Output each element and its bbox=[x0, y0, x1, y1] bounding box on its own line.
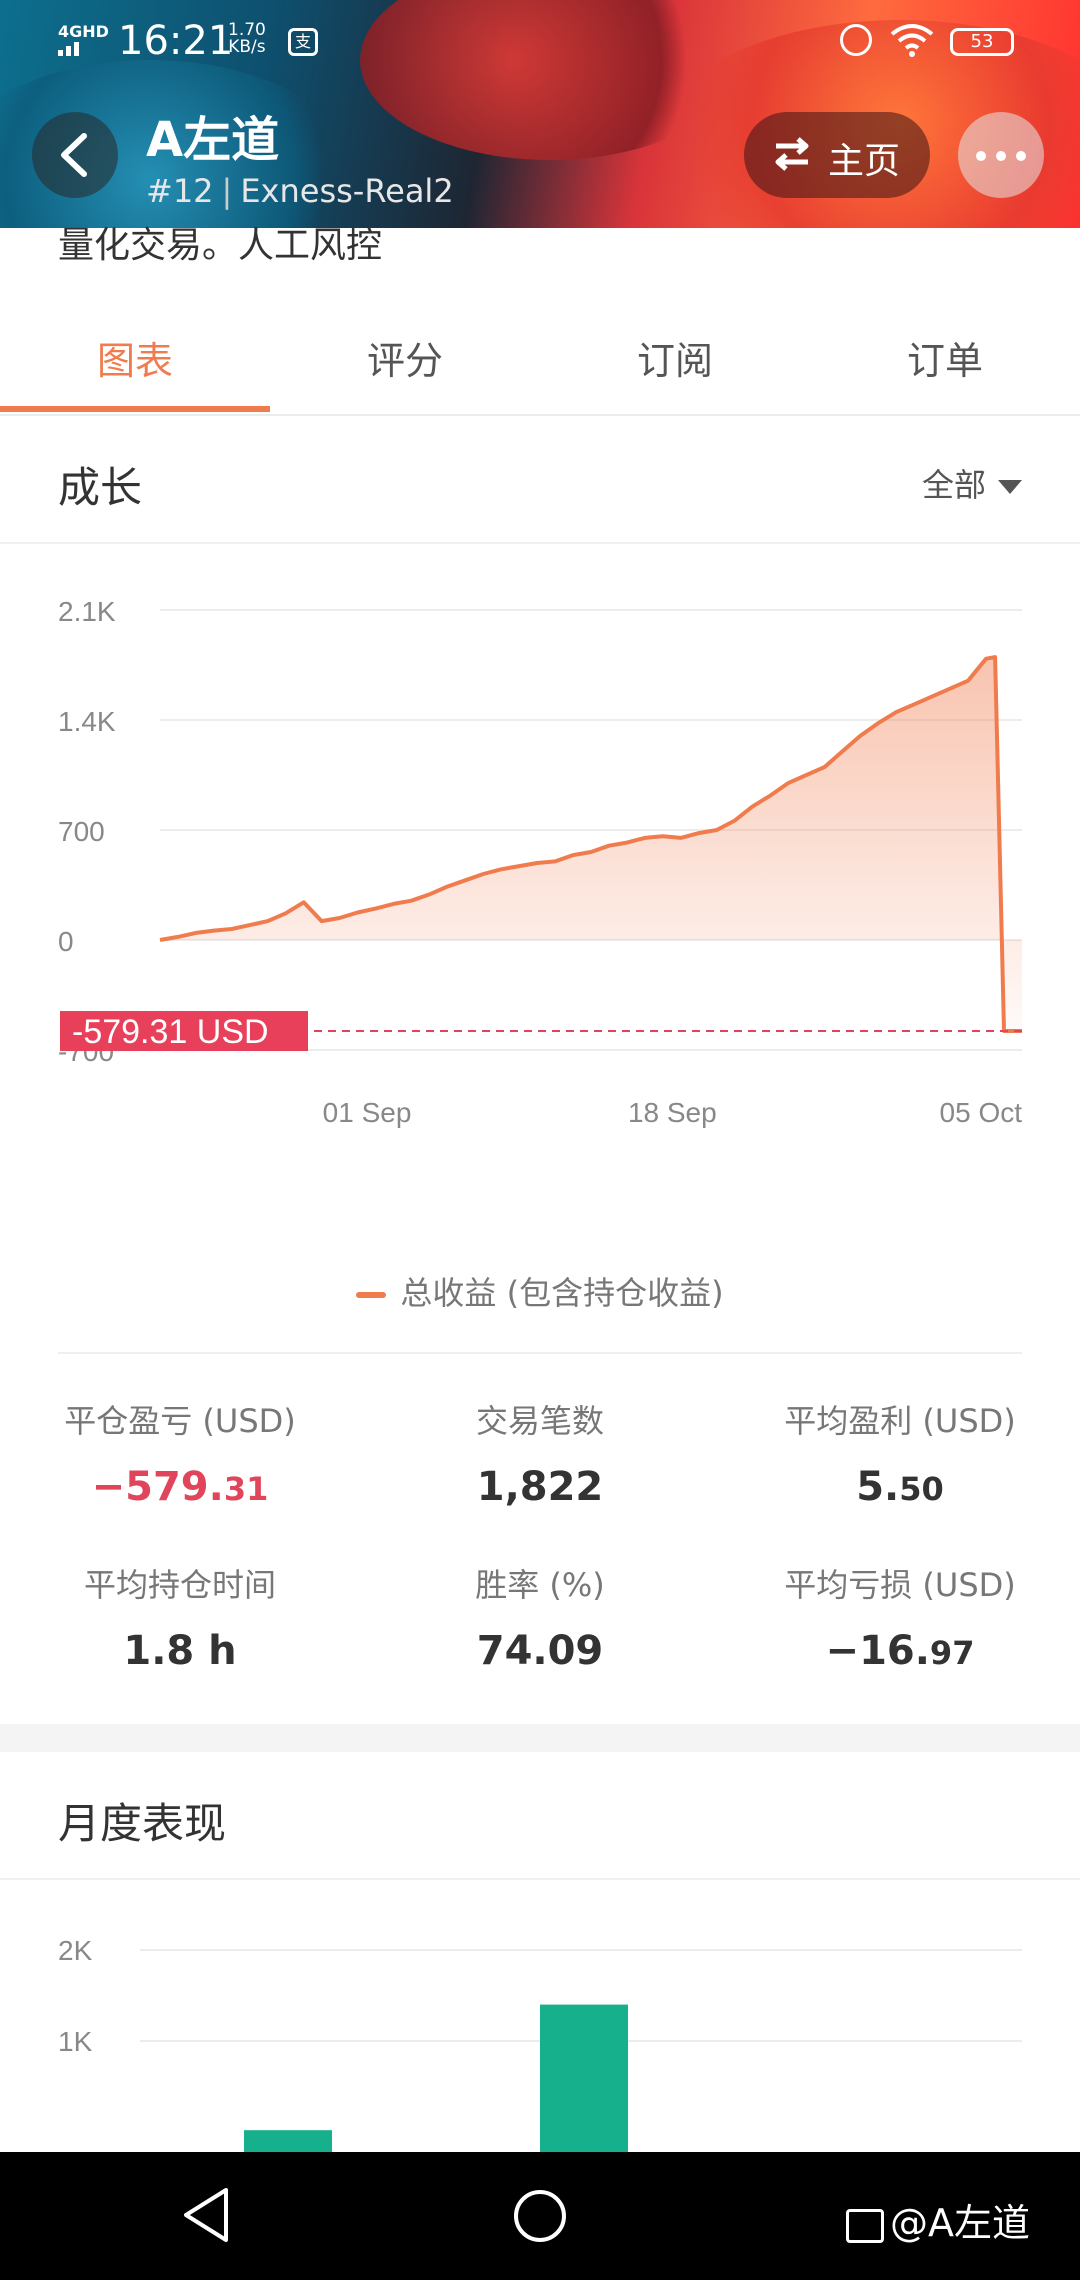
stat-value-int: 74.09 bbox=[476, 1628, 604, 1674]
strategy-description: 量化交易。人工风控 bbox=[58, 225, 383, 262]
stat-value: 5.50 bbox=[720, 1464, 1080, 1510]
stat-value: −579.31 bbox=[0, 1464, 360, 1510]
tab-subscribe[interactable]: 订阅 bbox=[540, 330, 810, 385]
tab-bar: 图表 评分 订阅 订单 bbox=[0, 290, 1080, 416]
swap-icon bbox=[775, 137, 809, 171]
growth-chart[interactable]: 2.1K1.4K7000-700 01 Sep 18 Sep 05 Oct -579… bbox=[0, 560, 1080, 1240]
current-value-label: -579.31 USD bbox=[72, 1013, 269, 1051]
stat-value-dec: 50 bbox=[899, 1470, 944, 1508]
section-gap bbox=[0, 1724, 1080, 1752]
active-tab-indicator bbox=[0, 406, 270, 412]
stat-value-int: −16. bbox=[825, 1628, 930, 1674]
watermark: @A左道 bbox=[846, 2192, 1030, 2247]
x-tick-label: 05 Oct bbox=[940, 1097, 1023, 1128]
trader-account-info: #12 | Exness-Real2 bbox=[146, 172, 454, 210]
separator: | bbox=[221, 172, 233, 210]
stat-closed-pnl: 平仓盈亏 (USD) −579.31 bbox=[0, 1396, 360, 1510]
chart-legend: 总收益 (包含持仓收益) bbox=[0, 1268, 1080, 1314]
monthly-title: 月度表现 bbox=[58, 1799, 227, 1848]
signal-icon bbox=[58, 42, 79, 56]
stat-label: 平均亏损 (USD) bbox=[784, 1566, 1016, 1604]
y-tick-label: 0 bbox=[58, 926, 74, 957]
stat-value: −16.97 bbox=[720, 1628, 1080, 1674]
alipay-icon: 支 bbox=[288, 28, 318, 56]
monthly-chart[interactable]: 2K 1K bbox=[0, 1880, 1080, 2152]
stat-value: 1,822 bbox=[360, 1464, 720, 1510]
stat-label: 胜率 (%) bbox=[475, 1566, 605, 1604]
network-speed-unit: KB/s bbox=[228, 37, 266, 57]
back-button[interactable] bbox=[32, 112, 118, 198]
battery-icon: 53 bbox=[950, 28, 1014, 56]
triangle-down-icon bbox=[998, 480, 1022, 494]
stat-value-int: 1.8 h bbox=[123, 1628, 237, 1674]
screen: { "status_bar": { "signal": "4GHD", "tim… bbox=[0, 0, 1080, 2280]
profile-header: 4GHD 16:21 1.70 KB/s 支 53 A左道 #12 | Exness… bbox=[0, 0, 1080, 228]
stat-value-dec: 97 bbox=[929, 1634, 975, 1672]
stat-value-dec: 31 bbox=[223, 1470, 269, 1508]
stat-average-profit: 平均盈利 (USD) 5.50 bbox=[720, 1396, 1080, 1510]
trader-server: Exness-Real2 bbox=[240, 172, 454, 210]
stat-average-hold-time: 平均持仓时间 1.8 h bbox=[0, 1560, 360, 1674]
stat-label: 交易笔数 bbox=[475, 1402, 604, 1440]
stat-value-int: 1,822 bbox=[476, 1464, 604, 1510]
system-nav-bar: @A左道 bbox=[0, 2152, 1080, 2280]
monthly-bar bbox=[244, 2130, 332, 2152]
tab-rating[interactable]: 评分 bbox=[270, 330, 540, 385]
monthly-bar bbox=[540, 2004, 628, 2152]
stat-label: 平均盈利 (USD) bbox=[784, 1402, 1016, 1440]
more-dot-icon bbox=[1016, 151, 1026, 161]
trader-rank: #12 bbox=[146, 172, 214, 210]
growth-title: 成长 bbox=[58, 463, 143, 512]
stat-label: 平均持仓时间 bbox=[83, 1566, 276, 1604]
more-dot-icon bbox=[996, 151, 1006, 161]
stat-average-loss: 平均亏损 (USD) −16.97 bbox=[720, 1560, 1080, 1674]
legend-swatch bbox=[356, 1292, 387, 1298]
status-bar: 4GHD 16:21 1.70 KB/s 支 53 bbox=[0, 0, 1080, 84]
home-button-label: 主页 bbox=[828, 141, 901, 182]
status-time: 16:21 bbox=[118, 18, 234, 64]
more-options-button[interactable] bbox=[958, 112, 1044, 198]
home-button[interactable]: 主页 bbox=[744, 112, 930, 198]
growth-section-header: 成长 全部 bbox=[0, 416, 1080, 544]
legend-label: 总收益 (包含持仓收益) bbox=[400, 1274, 724, 1312]
trader-name: A左道 bbox=[146, 112, 280, 168]
network-speed: 1.70 KB/s bbox=[228, 22, 266, 56]
stat-win-rate: 胜率 (%) 74.09 bbox=[360, 1560, 720, 1674]
alarm-icon bbox=[840, 24, 872, 56]
nav-back-button[interactable] bbox=[180, 2186, 232, 2244]
stat-trade-count: 交易笔数 1,822 bbox=[360, 1396, 720, 1510]
stat-value: 74.09 bbox=[360, 1628, 720, 1674]
period-filter-dropdown[interactable]: 全部 bbox=[922, 460, 1022, 506]
divider bbox=[58, 1352, 1022, 1354]
y-tick-label: 2K bbox=[58, 1935, 93, 1966]
recents-icon bbox=[846, 2208, 884, 2243]
wifi-icon bbox=[890, 24, 934, 57]
stat-label: 平仓盈亏 (USD) bbox=[64, 1402, 296, 1440]
tab-orders[interactable]: 订单 bbox=[810, 330, 1080, 385]
period-filter-value: 全部 bbox=[921, 466, 986, 504]
y-tick-label: 1.4K bbox=[58, 706, 116, 737]
y-tick-label: 1K bbox=[58, 2026, 93, 2057]
more-dot-icon bbox=[976, 151, 986, 161]
y-tick-label: 2.1K bbox=[58, 596, 116, 627]
x-tick-label: 18 Sep bbox=[628, 1097, 717, 1128]
x-tick-label: 01 Sep bbox=[323, 1097, 412, 1128]
monthly-section-header: 月度表现 bbox=[0, 1752, 1080, 1880]
tab-chart[interactable]: 图表 bbox=[0, 330, 270, 385]
watermark-text: @A左道 bbox=[890, 2201, 1030, 2245]
stat-value-int: −579. bbox=[91, 1464, 224, 1510]
stat-value: 1.8 h bbox=[0, 1628, 360, 1674]
signal-type: 4GHD bbox=[58, 22, 109, 41]
y-tick-label: 700 bbox=[58, 816, 105, 847]
stat-value-int: 5. bbox=[856, 1464, 900, 1510]
chevron-left-icon bbox=[61, 133, 87, 177]
stats-grid: 平仓盈亏 (USD) −579.31 交易笔数 1,822 平均盈利 (USD)… bbox=[0, 1396, 1080, 1716]
nav-home-button[interactable] bbox=[512, 2188, 568, 2244]
